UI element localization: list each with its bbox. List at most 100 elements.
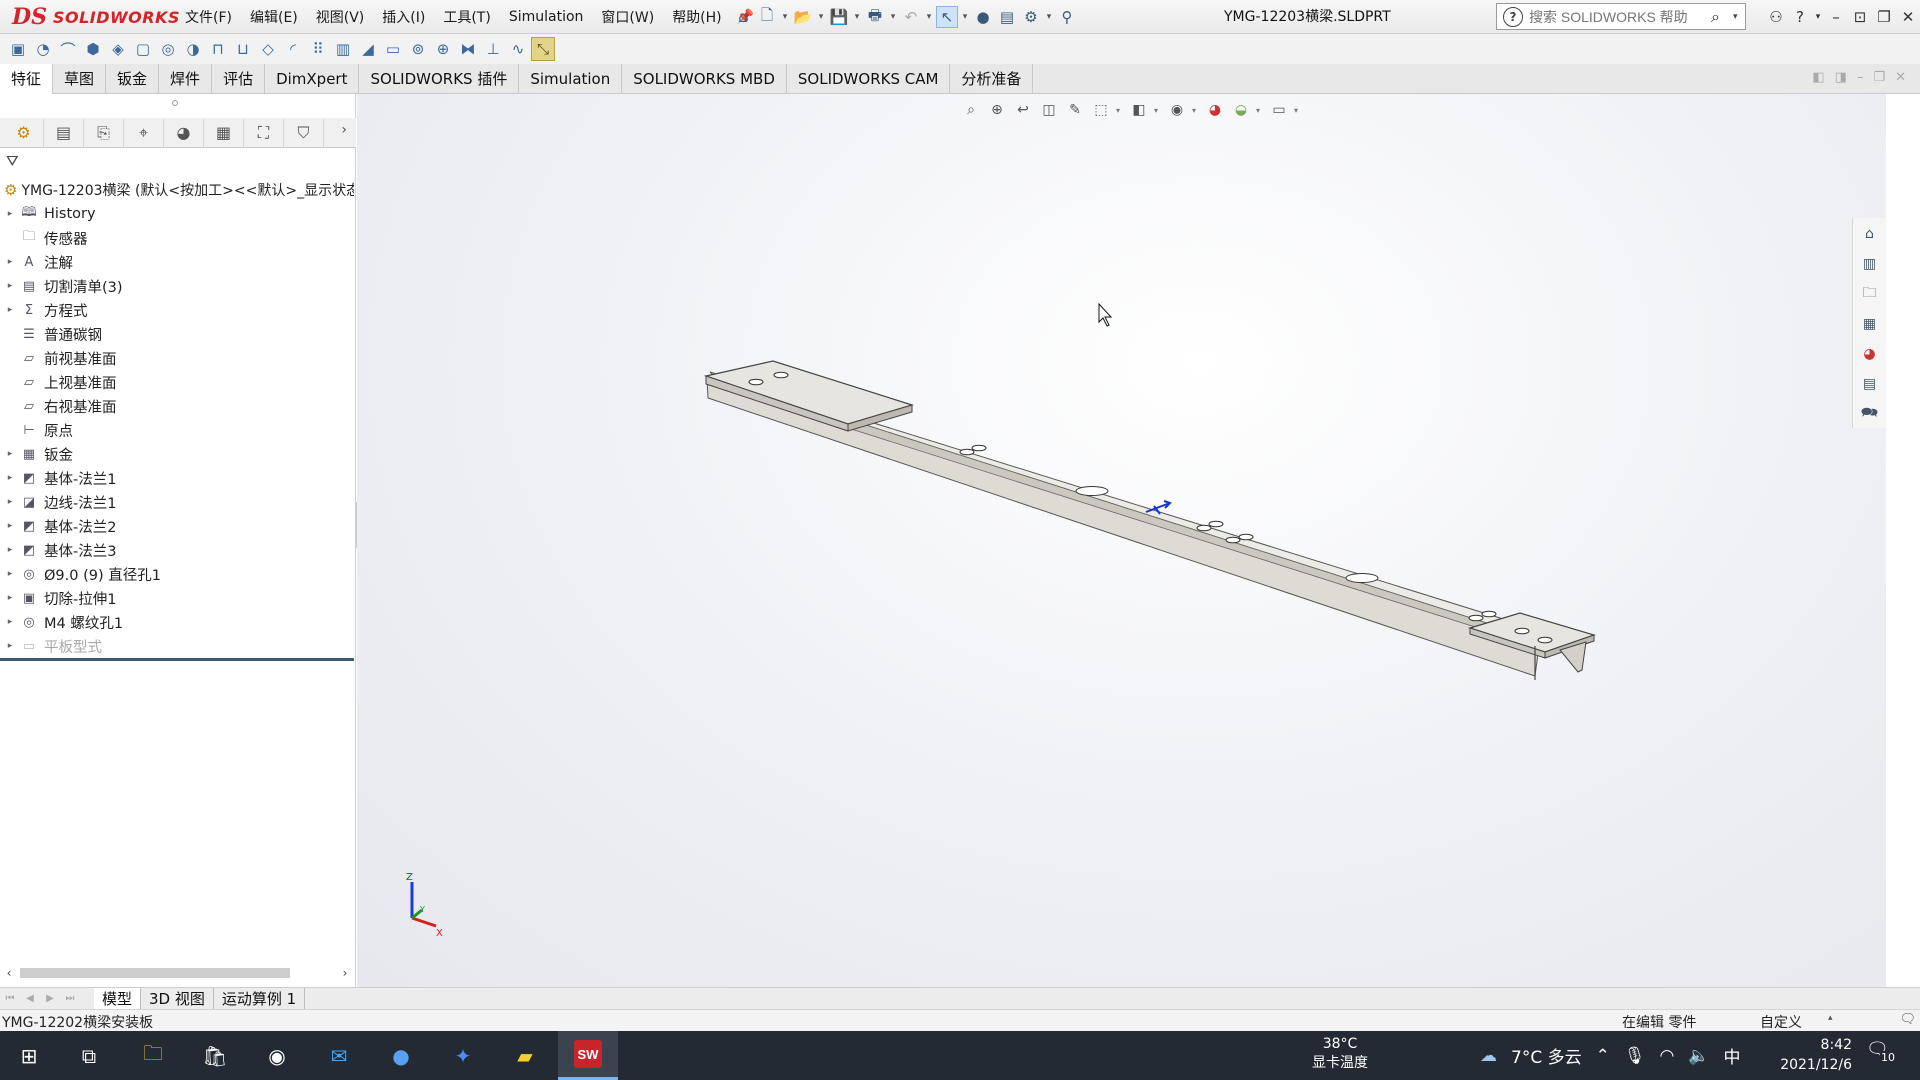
tree-item[interactable]: ▸ Σ 方程式 <box>0 298 354 322</box>
collapse-panel-icon[interactable]: ◧ <box>1812 70 1824 85</box>
notification-center-icon[interactable]: 🗨 10 <box>1866 1039 1896 1064</box>
tab-evaluate[interactable]: 评估 <box>212 64 266 94</box>
windows-start-icon[interactable]: ⊞ <box>4 1031 54 1080</box>
draft-icon[interactable]: ◢ <box>356 37 380 61</box>
swept-cut-icon[interactable]: ⊓ <box>206 37 230 61</box>
user-login-icon[interactable]: ⚇ <box>1764 8 1788 26</box>
task-view-icon[interactable]: ⧉ <box>64 1031 114 1080</box>
file-explorer-taskbar-icon[interactable]: 🗀 <box>128 1031 178 1080</box>
solidworks-logo[interactable]: DS SOLIDWORKS <box>12 2 180 32</box>
rollback-bar[interactable] <box>0 658 354 661</box>
status-tooltip-icon[interactable]: 🗨 <box>1899 1012 1916 1027</box>
file-properties-icon[interactable]: ▤ <box>996 6 1018 28</box>
solidworks-resources-icon[interactable]: ⌂ <box>1858 222 1882 246</box>
lofted-boss-icon[interactable]: ⬢ <box>81 37 105 61</box>
revolved-boss-icon[interactable]: ◔ <box>31 37 55 61</box>
doc-restore-icon[interactable]: ❐ <box>1873 70 1885 85</box>
mail-icon[interactable]: ✉ <box>314 1031 364 1080</box>
view-orientation-icon[interactable]: ⬚ <box>1090 99 1112 121</box>
doc-minimize-icon[interactable]: – <box>1857 70 1864 85</box>
tab-motion-study[interactable]: 运动算例 1 <box>214 987 306 1010</box>
tab-sheet-metal[interactable]: 钣金 <box>106 64 160 94</box>
expand-arrow-icon[interactable]: ▸ <box>0 593 20 603</box>
zoom-to-fit-icon[interactable]: ⌕ <box>960 99 982 121</box>
extruded-boss-icon[interactable]: ▣ <box>6 37 30 61</box>
select-dropdown-icon[interactable]: ▾ <box>960 6 970 28</box>
help-icon[interactable]: ? <box>1788 8 1812 26</box>
restore-icon[interactable]: ❐ <box>1872 8 1896 26</box>
expand-arrow-icon[interactable]: ▸ <box>0 209 20 219</box>
expand-arrow-icon[interactable]: ▸ <box>0 305 20 315</box>
filter-icon[interactable]: ⛛ <box>6 152 19 170</box>
mirror-icon[interactable]: ⧓ <box>456 37 480 61</box>
tree-item[interactable]: ▸ ▦ 钣金 <box>0 442 354 466</box>
tree-item[interactable]: ▱ 上视基准面 <box>0 370 354 394</box>
menu-window[interactable]: 窗口(W) <box>592 7 663 27</box>
property-manager-tab-icon[interactable]: ▤ <box>44 118 84 147</box>
display-manager-tab-icon[interactable]: ◕ <box>164 118 204 147</box>
tab-simulation[interactable]: Simulation <box>519 64 623 94</box>
next-tab-icon[interactable]: ▶ <box>40 993 60 1004</box>
first-tab-icon[interactable]: ⏮ <box>0 993 20 1004</box>
more-tabs-chevron-icon[interactable]: › <box>341 122 347 138</box>
tab-weldments[interactable]: 焊件 <box>159 64 213 94</box>
tree-item[interactable]: ▸ ◎ M4 螺纹孔1 <box>0 610 354 634</box>
close-icon[interactable]: ✕ <box>1896 8 1920 26</box>
cam-operation-tab-icon[interactable]: ⛶ <box>244 118 284 147</box>
tile-windows-icon[interactable]: ⊡ <box>1848 8 1872 26</box>
boundary-cut-icon[interactable]: ◇ <box>256 37 280 61</box>
expand-panel-icon[interactable]: ◨ <box>1835 70 1847 85</box>
tab-sketch[interactable]: 草图 <box>53 64 107 94</box>
home-icon[interactable]: ⌂ <box>732 6 754 28</box>
show-hidden-icons-chevron-icon[interactable]: ⌃ <box>1596 1046 1610 1066</box>
save-icon[interactable]: 💾 <box>828 6 850 28</box>
revolved-cut-icon[interactable]: ◑ <box>181 37 205 61</box>
feishu-icon[interactable]: ✦ <box>438 1031 488 1080</box>
menu-tools[interactable]: 工具(T) <box>434 7 499 27</box>
intersect-icon[interactable]: ⊕ <box>431 37 455 61</box>
shell-icon[interactable]: ▭ <box>381 37 405 61</box>
unit-system-selector[interactable]: 自定义 <box>1760 1012 1802 1032</box>
select-cursor-icon[interactable]: ↖ <box>936 6 958 28</box>
view-orientation-dropdown-icon[interactable]: ▾ <box>1116 106 1124 115</box>
cloud-weather-icon[interactable]: ☁ <box>1480 1046 1497 1066</box>
apply-scene-icon[interactable]: ◒ <box>1230 99 1252 121</box>
tree-item[interactable]: ▸ A 注解 <box>0 250 354 274</box>
user-account-icon[interactable]: ⚲ <box>1056 6 1078 28</box>
tab-cam[interactable]: SOLIDWORKS CAM <box>787 64 951 94</box>
hole-wizard-icon[interactable]: ◎ <box>156 37 180 61</box>
new-document-icon[interactable]: 🗋 <box>756 6 778 28</box>
doc-close-icon[interactable]: ✕ <box>1895 70 1906 85</box>
rib-icon[interactable]: ▥ <box>331 37 355 61</box>
chrome-icon[interactable]: ◉ <box>252 1031 302 1080</box>
section-view-icon[interactable]: ◫ <box>1038 99 1060 121</box>
scroll-right-icon[interactable]: › <box>336 966 354 980</box>
tree-item[interactable]: ▱ 前视基准面 <box>0 346 354 370</box>
help-search-box[interactable]: ? ⌕ ▾ <box>1496 3 1746 30</box>
open-folder-icon[interactable]: 📂 <box>792 6 814 28</box>
clock[interactable]: 8:42 2021/12/6 <box>1760 1035 1852 1075</box>
minimize-icon[interactable]: – <box>1824 8 1848 26</box>
appearances-scenes-icon[interactable]: ◕ <box>1858 342 1882 366</box>
menu-insert[interactable]: 插入(I) <box>373 7 434 27</box>
reference-geometry-icon[interactable]: ⊥ <box>481 37 505 61</box>
dimxpert-manager-tab-icon[interactable]: ⌖ <box>124 118 164 147</box>
expand-arrow-icon[interactable]: ▸ <box>0 641 20 651</box>
menu-file[interactable]: 文件(F) <box>176 7 241 27</box>
solidworks-taskbar-button[interactable]: SW <box>558 1031 618 1080</box>
menu-view[interactable]: 视图(V) <box>307 7 374 27</box>
tree-item[interactable]: ▸ ◩ 基体-法兰3 <box>0 538 354 562</box>
instant3d-icon[interactable]: ⤡ <box>531 37 555 61</box>
expand-arrow-icon[interactable]: ▸ <box>0 521 20 531</box>
unit-system-caret-icon[interactable]: ▴ <box>1828 1013 1833 1023</box>
help-search-input[interactable] <box>1529 8 1711 25</box>
3d-model-beam[interactable] <box>357 94 1886 987</box>
undo-dropdown-icon[interactable]: ▾ <box>924 6 934 28</box>
tab-analysis-prep[interactable]: 分析准备 <box>950 64 1034 94</box>
zoom-to-area-icon[interactable]: ⊕ <box>986 99 1008 121</box>
cam-feature-tab-icon[interactable]: ▦ <box>204 118 244 147</box>
graphics-area[interactable]: ⌕ ⊕ ↩ ◫ ✎ ⬚ ▾ ◧ ▾ ◉ ▾ ◕ ◒ ▾ ▭ ▾ ⌂ ▥ 🗀 ▦ … <box>357 94 1886 987</box>
tab-dimxpert[interactable]: DimXpert <box>265 64 360 94</box>
horizontal-scrollbar[interactable]: ‹ › <box>0 964 354 982</box>
wifi-icon[interactable]: ◠ <box>1659 1046 1674 1066</box>
